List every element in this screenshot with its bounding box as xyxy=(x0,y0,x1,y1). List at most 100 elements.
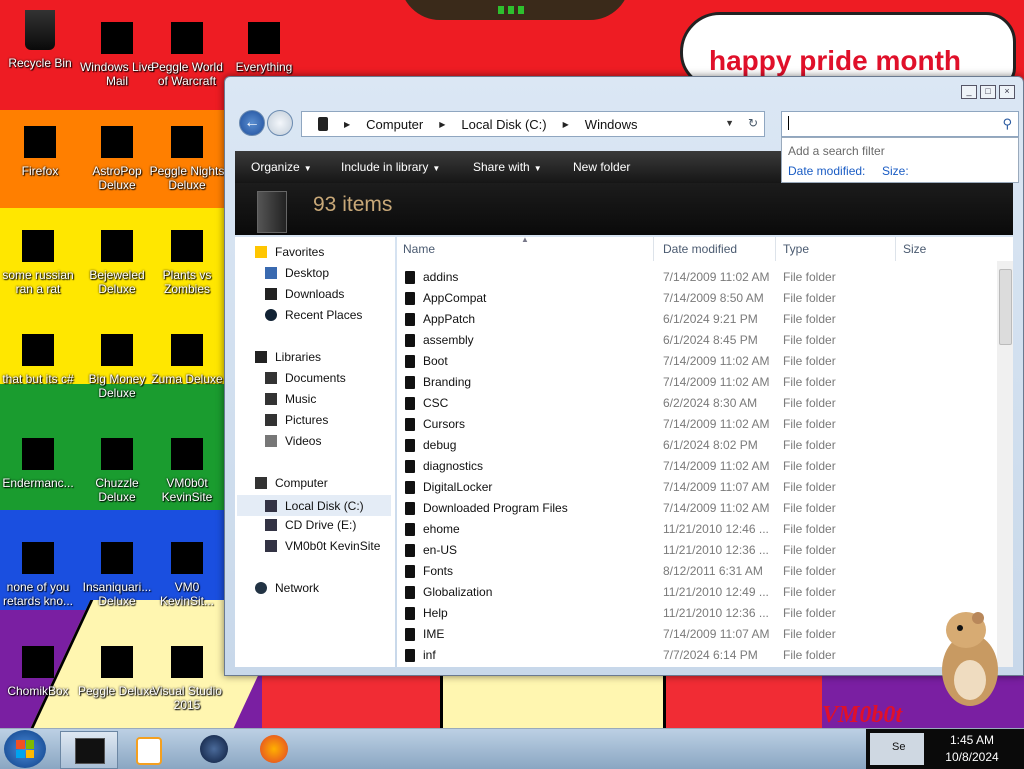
desktop-icon[interactable]: VM0b0t KevinSite xyxy=(147,438,227,504)
taskbar-app[interactable] xyxy=(186,731,242,767)
nav-network[interactable]: Network xyxy=(255,581,319,595)
breadcrumb-separator-icon[interactable]: ▶ xyxy=(563,120,569,129)
column-separator[interactable] xyxy=(895,237,896,261)
file-row[interactable]: ehome 11/21/2010 12:46 ... File folder xyxy=(397,519,995,540)
breadcrumb-separator-icon[interactable]: ▶ xyxy=(344,120,350,129)
desktop-icon[interactable]: Chuzzle Deluxe xyxy=(77,438,157,504)
nav-libraries[interactable]: Libraries xyxy=(255,350,321,364)
app-icon xyxy=(101,334,133,366)
file-row[interactable]: Cursors 7/14/2009 11:02 AM File folder xyxy=(397,414,995,435)
file-row[interactable]: Boot 7/14/2009 11:02 AM File folder xyxy=(397,351,995,372)
taskbar-explorer[interactable] xyxy=(60,731,118,769)
nav-pictures[interactable]: Pictures xyxy=(265,413,328,427)
scrollbar-thumb[interactable] xyxy=(999,269,1012,345)
search-input[interactable]: ⚲ xyxy=(781,111,1019,137)
desktop-icon[interactable]: Bejeweled Deluxe xyxy=(77,230,157,296)
tray-icons[interactable]: Se xyxy=(870,733,924,765)
file-row[interactable]: AppCompat 7/14/2009 8:50 AM File folder xyxy=(397,288,995,309)
refresh-icon[interactable]: ↻ xyxy=(748,116,758,130)
file-row[interactable]: addins 7/14/2009 11:02 AM File folder xyxy=(397,267,995,288)
file-row[interactable]: diagnostics 7/14/2009 11:02 AM File folder xyxy=(397,456,995,477)
file-row[interactable]: Downloaded Program Files 7/14/2009 11:02 … xyxy=(397,498,995,519)
share-with-button[interactable]: Share with ▼ xyxy=(473,160,542,174)
desktop-icon[interactable]: Windows Live Mail xyxy=(77,22,157,88)
breadcrumb-separator-icon[interactable]: ▶ xyxy=(439,120,445,129)
taskbar-firefox[interactable] xyxy=(246,731,302,767)
desktop-icon[interactable]: Peggle Nights Deluxe xyxy=(147,126,227,192)
clock-date[interactable]: 10/8/2024 xyxy=(936,750,1008,764)
nav-local-disk[interactable]: Local Disk (C:) xyxy=(237,495,391,516)
file-row[interactable]: DigitalLocker 7/14/2009 11:07 AM File fold… xyxy=(397,477,995,498)
nav-computer[interactable]: Computer xyxy=(255,476,328,490)
file-row[interactable]: Fonts 8/12/2011 6:31 AM File folder xyxy=(397,561,995,582)
file-row[interactable]: en-US 11/21/2010 12:36 ... File folder xyxy=(397,540,995,561)
minimize-button[interactable]: _ xyxy=(961,85,977,99)
file-row[interactable]: assembly 6/1/2024 8:45 PM File folder xyxy=(397,330,995,351)
desktop-icon[interactable]: ChomikBox xyxy=(0,646,78,698)
nav-documents[interactable]: Documents xyxy=(265,371,346,385)
desktop-icon[interactable]: Visual Studio 2015 xyxy=(147,646,227,712)
address-dropdown-icon[interactable]: ▼ xyxy=(725,118,734,128)
column-header-size[interactable]: Size xyxy=(903,242,926,256)
desktop-icon[interactable]: Big Money Deluxe xyxy=(77,334,157,400)
desktop-icon[interactable]: Everything xyxy=(224,22,304,74)
desktop-icon[interactable]: Plants vs Zombies xyxy=(147,230,227,296)
search-icon[interactable]: ⚲ xyxy=(1002,116,1012,132)
clock-time[interactable]: 1:45 AM xyxy=(936,733,1008,747)
desktop-icon[interactable]: Zuma Deluxe xyxy=(147,334,227,386)
file-row[interactable]: Globalization 11/21/2010 12:49 ... File fo… xyxy=(397,582,995,603)
breadcrumb-item[interactable]: Windows xyxy=(585,117,638,132)
file-row[interactable]: inf 7/7/2024 6:14 PM File folder xyxy=(397,645,995,666)
desktop-icon[interactable]: Insaniquari... Deluxe xyxy=(77,542,157,608)
nav-downloads[interactable]: Downloads xyxy=(265,287,344,301)
file-row[interactable]: Help 11/21/2010 12:36 ... File folder xyxy=(397,603,995,624)
back-button[interactable]: ← xyxy=(239,110,265,136)
desktop-icon[interactable]: none of you retards kno... xyxy=(0,542,78,608)
desktop-icon[interactable]: that but its c# xyxy=(0,334,78,386)
nav-cd-drive[interactable]: CD Drive (E:) xyxy=(265,518,356,532)
address-bar[interactable]: ▶ Computer ▶ Local Disk (C:) ▶ Windows ▼… xyxy=(301,111,765,137)
column-header-type[interactable]: Type xyxy=(783,242,809,256)
new-folder-button[interactable]: New folder xyxy=(573,160,630,174)
close-button[interactable]: × xyxy=(999,85,1015,99)
file-row[interactable]: AppPatch 6/1/2024 9:21 PM File folder xyxy=(397,309,995,330)
column-separator[interactable] xyxy=(775,237,776,261)
desktop-icon-label: Visual Studio 2015 xyxy=(152,684,222,712)
column-separator[interactable] xyxy=(653,237,654,261)
nav-network-drive[interactable]: VM0b0t KevinSite xyxy=(265,539,380,553)
breadcrumb-item[interactable]: Local Disk (C:) xyxy=(461,117,546,132)
nav-favorites[interactable]: Favorites xyxy=(255,245,324,259)
filter-size[interactable]: Size: xyxy=(882,164,909,178)
maximize-button[interactable]: □ xyxy=(980,85,996,99)
organize-button[interactable]: Organize ▼ xyxy=(251,160,312,174)
file-type: File folder xyxy=(783,543,836,557)
nav-desktop[interactable]: Desktop xyxy=(265,266,329,280)
desktop-icon[interactable]: some russian ran a rat xyxy=(0,230,78,296)
desktop-icon[interactable]: Peggle Deluxe xyxy=(77,646,157,698)
file-name: assembly xyxy=(423,333,474,347)
nav-music[interactable]: Music xyxy=(265,392,316,406)
desktop-icon[interactable]: Endermanc... xyxy=(0,438,78,490)
file-row[interactable]: CSC 6/2/2024 8:30 AM File folder xyxy=(397,393,995,414)
filter-date-modified[interactable]: Date modified: xyxy=(788,164,865,178)
desktop-icon[interactable]: Firefox xyxy=(0,126,80,178)
file-row[interactable]: Branding 7/14/2009 11:02 AM File folder xyxy=(397,372,995,393)
nav-recent-places[interactable]: Recent Places xyxy=(265,308,362,322)
include-in-library-button[interactable]: Include in library ▼ xyxy=(341,160,440,174)
start-button[interactable] xyxy=(4,730,46,768)
taskbar-media-player[interactable] xyxy=(120,731,176,767)
file-row[interactable]: debug 6/1/2024 8:02 PM File folder xyxy=(397,435,995,456)
desktop-icon[interactable]: VM0 KevinSit... xyxy=(147,542,227,608)
desktop-icon[interactable]: Recycle Bin xyxy=(0,10,80,70)
column-header-name[interactable]: Name xyxy=(403,242,435,256)
explorer-window[interactable]: _ □ × ← ▶ Computer ▶ Local Disk (C:) ▶ W… xyxy=(224,76,1024,676)
nav-videos[interactable]: Videos xyxy=(265,434,321,448)
forward-button[interactable] xyxy=(267,110,293,136)
column-header-date[interactable]: Date modified xyxy=(663,242,737,256)
breadcrumb-item[interactable]: Computer xyxy=(366,117,423,132)
desktop-icon[interactable]: AstroPop Deluxe xyxy=(77,126,157,192)
desktop-icon[interactable]: Peggle World of Warcraft xyxy=(147,22,227,88)
app-icon xyxy=(171,126,203,158)
file-row[interactable]: IME 7/14/2009 11:07 AM File folder xyxy=(397,624,995,645)
nav-label: Downloads xyxy=(285,287,345,301)
